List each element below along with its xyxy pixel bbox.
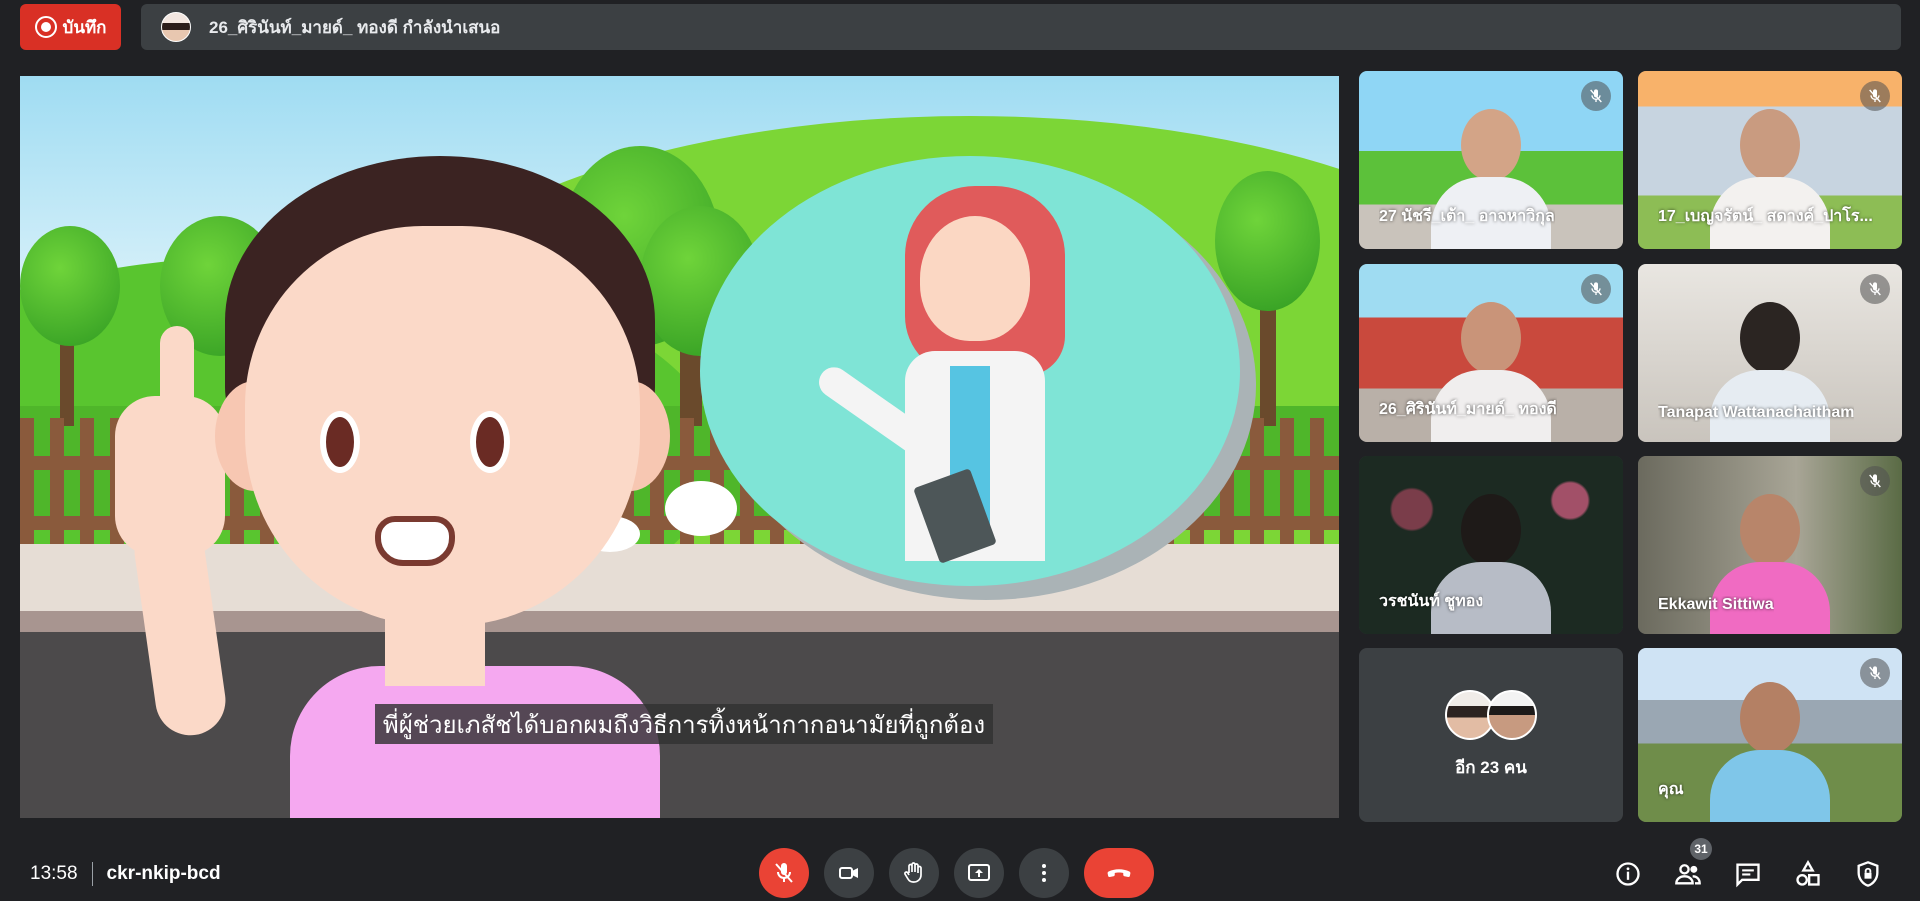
boy-finger: [160, 326, 194, 426]
subtitle-caption: พี่ผู้ช่วยเภสัชได้บอกผมถึงวิธีการทิ้งหน้…: [375, 704, 993, 744]
presenter-text: 26_ศิรินันท์_มายด์_ ทองดี กำลังนำเสนอ: [209, 17, 501, 37]
participant-name: 17_เบญจรัตน์_ สดางค์_ปาโร...: [1658, 208, 1873, 225]
participant-tile[interactable]: 26_ศิรินันท์_มายด์_ ทองดี: [1359, 264, 1623, 442]
mic-off-icon: [1581, 274, 1611, 304]
participant-tile[interactable]: คุณ: [1638, 648, 1902, 822]
participant-name: วรชนันท์ ชูทอง: [1379, 593, 1484, 610]
hand-icon: [904, 862, 922, 883]
people-button[interactable]: [1670, 856, 1706, 892]
present-screen-button[interactable]: [954, 848, 1004, 898]
curb: [20, 611, 1339, 633]
more-vert-icon: [1042, 864, 1046, 882]
participant-tile[interactable]: 17_เบญจรัตน์_ สดางค์_ปาโร...: [1638, 71, 1902, 249]
raise-hand-button[interactable]: [889, 848, 939, 898]
mic-off-icon: [1860, 81, 1890, 111]
chat-button[interactable]: [1730, 856, 1766, 892]
meeting-code: ckr-nkip-bcd: [106, 863, 221, 884]
mic-off-icon: [1860, 274, 1890, 304]
participant-tile[interactable]: Ekkawit Sittiwa: [1638, 456, 1902, 634]
divider: [91, 862, 93, 886]
presentation-stage[interactable]: พี่ผู้ช่วยเภสัชได้บอกผมถึงวิธีการทิ้งหน้…: [20, 76, 1339, 818]
presenter-avatar: [161, 12, 191, 42]
meeting-details-button[interactable]: [1610, 856, 1646, 892]
mic-toggle-button[interactable]: [759, 848, 809, 898]
participant-name: 27 นัชรี_เต้า_ อาจหาวิกุล: [1379, 208, 1555, 225]
record-icon: [34, 16, 57, 38]
tree: [20, 226, 120, 346]
participant-name: 26_ศิรินันท์_มายด์_ ทองดี: [1379, 401, 1557, 418]
meeting-info: 13:58 ckr-nkip-bcd: [30, 862, 221, 886]
participant-name: Ekkawit Sittiwa: [1658, 596, 1774, 613]
activities-button[interactable]: [1790, 856, 1826, 892]
call-end-icon: [1107, 869, 1131, 878]
boy-mouth: [375, 516, 455, 566]
camera-toggle-button[interactable]: [824, 848, 874, 898]
record-button[interactable]: บันทึก: [20, 4, 121, 50]
more-options-button[interactable]: [1019, 848, 1069, 898]
participant-tile[interactable]: Tanapat Wattanachaitham: [1638, 264, 1902, 442]
host-controls-button[interactable]: [1850, 856, 1886, 892]
info-icon: [1616, 862, 1640, 886]
present-icon: [968, 864, 990, 881]
mic-off-icon: [775, 863, 793, 883]
shield-lock-icon: [1857, 861, 1879, 887]
participant-name: คุณ: [1658, 781, 1684, 798]
clock-time: 13:58: [30, 863, 78, 884]
boy-face: [245, 226, 640, 626]
mic-off-icon: [1860, 466, 1890, 496]
record-label: บันทึก: [62, 17, 107, 37]
mic-off-icon: [1581, 81, 1611, 111]
participant-tile[interactable]: วรชนันท์ ชูทอง: [1359, 456, 1623, 634]
more-participants-label: อีก 23 คน: [1455, 757, 1527, 777]
leave-call-button[interactable]: [1084, 848, 1154, 898]
activities-icon: [1796, 860, 1820, 886]
camera-icon: [839, 867, 858, 879]
boy-neck: [385, 616, 485, 686]
participant-name: Tanapat Wattanachaitham: [1658, 404, 1855, 421]
people-icon: [1675, 864, 1701, 885]
more-participants-tile[interactable]: อีก 23 คน: [1359, 648, 1623, 822]
boy-eye: [470, 411, 510, 473]
presenter-banner[interactable]: 26_ศิรินันท์_มายด์_ ทองดี กำลังนำเสนอ: [141, 4, 1901, 50]
participant-tile[interactable]: 27 นัชรี_เต้า_ อาจหาวิกุล: [1359, 71, 1623, 249]
boy-eye: [320, 411, 360, 473]
people-count-badge: 31: [1690, 838, 1712, 860]
doctor-face: [920, 216, 1030, 341]
tree: [1215, 171, 1320, 311]
thought-puff: [665, 481, 737, 536]
mic-off-icon: [1860, 658, 1890, 688]
chat-icon: [1736, 863, 1760, 888]
participant-avatar: [1487, 689, 1537, 740]
